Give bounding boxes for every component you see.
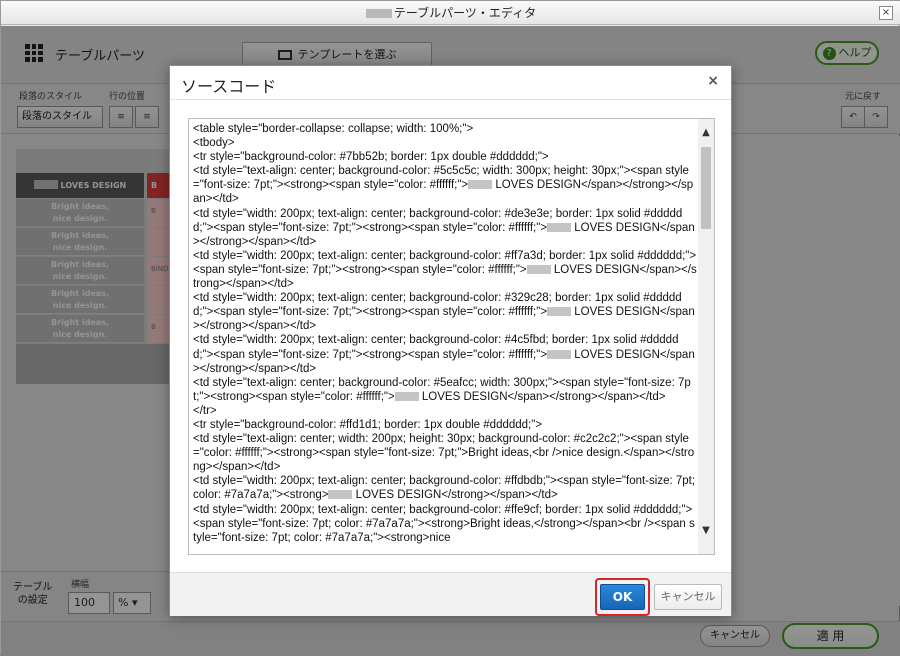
scroll-thumb[interactable] [701,147,711,229]
code-line: <table style="border-collapse: collapse;… [193,123,474,135]
code-line: <td style="width: 200px; text-align: cen… [193,334,695,375]
code-line: <td style="text-align: center; backgroun… [193,165,694,206]
code-line: <td style="width: 200px; text-align: cen… [193,249,697,291]
window-titlebar: テーブルパーツ・エディタ × [1,1,900,25]
dialog-footer: OK キャンセル [170,572,731,616]
source-code-textarea[interactable]: <table style="border-collapse: collapse;… [188,118,715,555]
code-line: <td style="text-align: center; width: 20… [193,433,695,474]
code-line: <td style="width: 200px; text-align: cen… [193,503,695,544]
code-line: </tr> [193,404,217,417]
scroll-down-icon[interactable]: ▼ [698,525,714,537]
redacted-logo [526,264,551,274]
redacted-logo [468,180,493,190]
code-line: <td style="width: 200px; text-align: cen… [193,207,695,248]
code-line: <tr style="background-color: #ffd1d1; bo… [193,418,543,431]
redacted-logo [394,391,419,401]
code-line: <tr style="background-color: #7bb52b; bo… [193,151,549,164]
code-line: <td style="width: 200px; text-align: cen… [193,292,695,333]
code-line: <td style="text-align: center; backgroun… [193,376,691,403]
redacted-logo [547,222,572,232]
redacted-logo [547,349,572,359]
scroll-up-icon[interactable]: ▲ [698,127,714,139]
window-close-button[interactable]: × [879,6,893,20]
window-title: テーブルパーツ・エディタ [393,6,537,20]
editor-window: テーブルパーツ・エディタ × テーブルパーツ テンプレートを選ぶ ? ヘルプ 段落… [0,0,900,656]
code-line: <td style="width: 200px; text-align: cen… [193,475,699,502]
dialog-header: ソースコード × [170,66,731,100]
redacted-logo [328,490,353,500]
dialog-cancel-button[interactable]: キャンセル [654,584,722,610]
redacted-logo [547,307,572,317]
dialog-close-icon[interactable]: × [707,73,719,89]
code-line: <tbody> [193,137,235,150]
dialog-title: ソースコード [181,77,277,96]
code-scrollbar[interactable]: ▲ ▼ [698,119,714,554]
source-code-dialog: ソースコード × <table style="border-collapse: … [169,65,732,616]
title-redacted-logo [365,9,392,18]
ok-button[interactable]: OK [600,584,645,610]
source-code-text: <table style="border-collapse: collapse;… [193,122,697,545]
